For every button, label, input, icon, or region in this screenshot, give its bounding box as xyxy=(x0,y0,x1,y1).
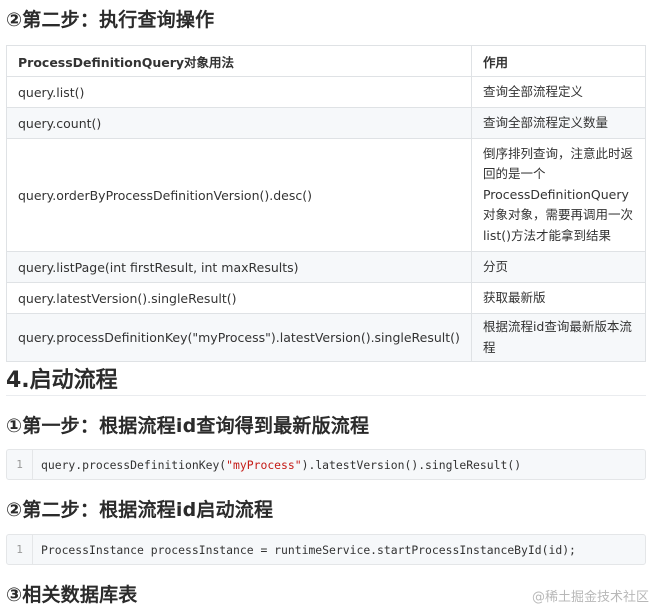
heading-step2-query: ②第二步：执行查询操作 xyxy=(6,9,215,31)
code-line-number: 1 xyxy=(7,450,33,479)
table-row: query.processDefinitionKey("myProcess").… xyxy=(6,313,647,362)
heading-step3-tables: ③相关数据库表 xyxy=(6,584,138,606)
table-header-purpose: 作用 xyxy=(470,45,647,77)
table-cell-purpose: 查询全部流程定义数量 xyxy=(470,107,647,139)
query-usage-table: ProcessDefinitionQuery对象用法 作用 query.list… xyxy=(6,45,647,362)
watermark: @稀土掘金技术社区 xyxy=(531,590,649,605)
table-cell-purpose: 获取最新版 xyxy=(470,282,647,314)
table-cell-usage: query.latestVersion().singleResult() xyxy=(6,282,472,314)
code-string-literal: "myProcess" xyxy=(226,457,302,472)
table-row: query.orderByProcessDefinitionVersion().… xyxy=(6,138,647,252)
section-divider xyxy=(6,395,646,396)
table-cell-usage: query.count() xyxy=(6,107,472,139)
code-text: ).latestVersion().singleResult() xyxy=(301,457,522,472)
table-cell-purpose: 根据流程id查询最新版本流程 xyxy=(470,313,647,362)
table-row: query.latestVersion().singleResult() 获取最… xyxy=(6,282,647,314)
heading-section4: 4.启动流程 xyxy=(6,368,118,393)
code-line-number: 1 xyxy=(7,535,33,564)
table-row: query.list() 查询全部流程定义 xyxy=(6,76,647,108)
table-header-row: ProcessDefinitionQuery对象用法 作用 xyxy=(6,45,647,77)
code-line: ProcessInstance processInstance = runtim… xyxy=(41,542,576,557)
table-cell-purpose: 倒序排列查询，注意此时返回的是一个ProcessDefinitionQuery对… xyxy=(470,138,647,252)
table-cell-purpose: 查询全部流程定义 xyxy=(470,76,647,108)
heading-step2-start: ②第二步：根据流程id启动流程 xyxy=(6,499,274,521)
code-block-find-latest: 1 query.processDefinitionKey("myProcess"… xyxy=(6,449,646,480)
table-row: query.listPage(int firstResult, int maxR… xyxy=(6,251,647,283)
table-header-usage: ProcessDefinitionQuery对象用法 xyxy=(6,45,472,77)
heading-step1-find: ①第一步：根据流程id查询得到最新版流程 xyxy=(6,415,370,437)
table-cell-usage: query.orderByProcessDefinitionVersion().… xyxy=(6,138,472,252)
table-cell-usage: query.list() xyxy=(6,76,472,108)
table-cell-usage: query.processDefinitionKey("myProcess").… xyxy=(6,313,472,362)
table-cell-purpose: 分页 xyxy=(470,251,647,283)
code-text: query.processDefinitionKey( xyxy=(41,457,227,472)
code-line: query.processDefinitionKey("myProcess").… xyxy=(33,458,521,472)
table-cell-usage: query.listPage(int firstResult, int maxR… xyxy=(6,251,472,283)
code-block-start-process: 1 ProcessInstance processInstance = runt… xyxy=(6,534,646,565)
table-row: query.count() 查询全部流程定义数量 xyxy=(6,107,647,139)
